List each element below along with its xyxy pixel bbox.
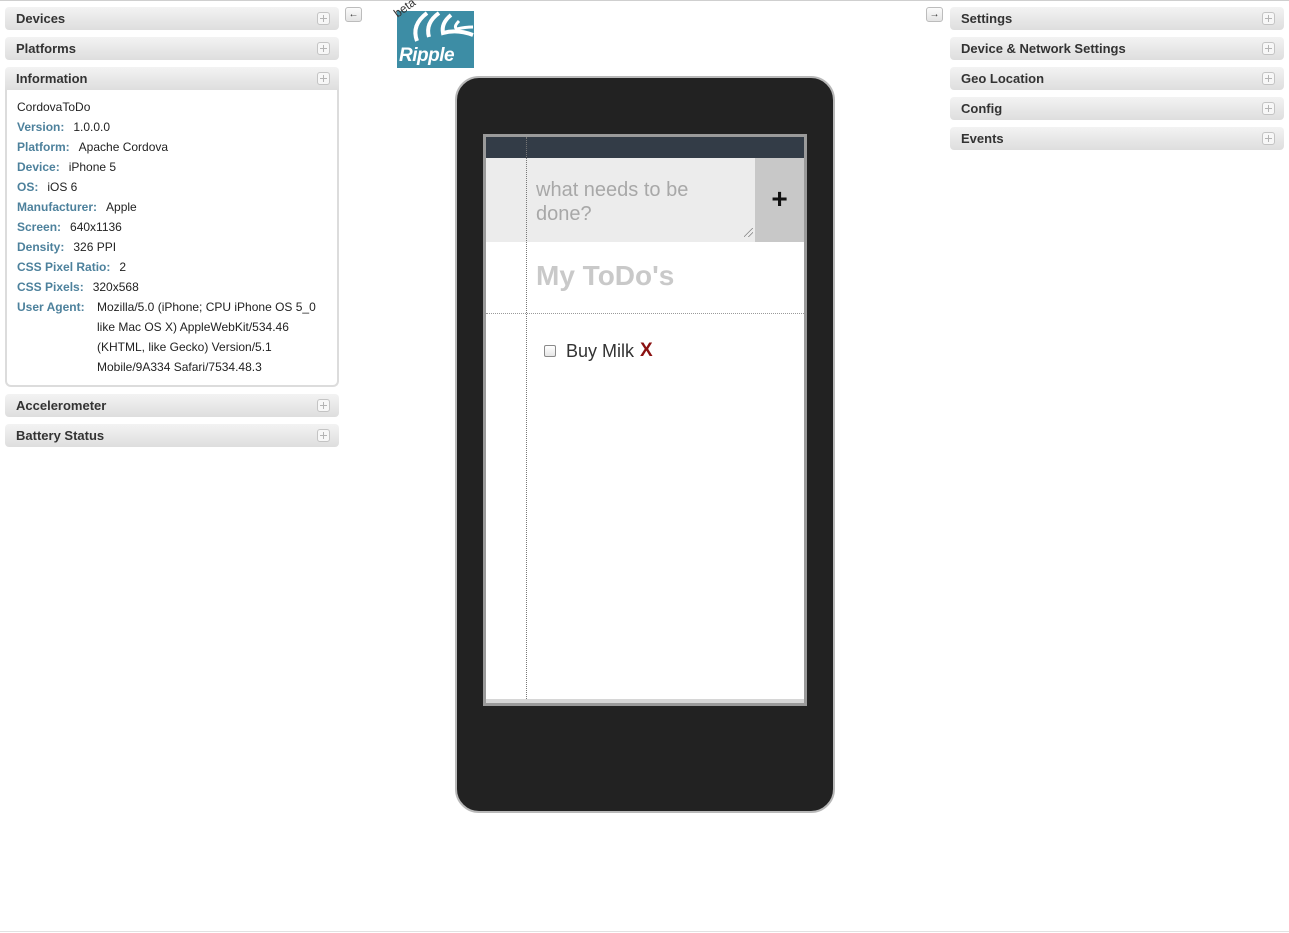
- settings-expand-icon[interactable]: [1262, 12, 1275, 25]
- todo-text: Buy Milk: [566, 340, 635, 361]
- info-label: Version:: [17, 120, 65, 134]
- device-network-panel-title: Device & Network Settings: [961, 41, 1126, 56]
- info-row-device: Device: iPhone 5: [17, 157, 327, 177]
- information-expand-icon[interactable]: [317, 72, 330, 85]
- geo-location-expand-icon[interactable]: [1262, 72, 1275, 85]
- resize-grip-icon[interactable]: [744, 228, 753, 237]
- right-panel-column: Settings Device & Network Settings Geo L…: [950, 7, 1284, 157]
- collapse-right-panels-button[interactable]: →: [926, 7, 943, 22]
- settings-panel-header[interactable]: Settings: [950, 7, 1284, 30]
- top-border: [0, 0, 1289, 1]
- list-title: My ToDo's: [536, 260, 675, 291]
- arrow-right-icon: →: [929, 9, 940, 20]
- user-agent-value: Mozilla/5.0 (iPhone; CPU iPhone OS 5_0 l…: [97, 300, 316, 374]
- config-panel-header[interactable]: Config: [950, 97, 1284, 120]
- info-label: Density:: [17, 240, 65, 254]
- geo-location-panel-title: Geo Location: [961, 71, 1045, 86]
- info-value: iOS 6: [47, 180, 78, 194]
- delete-todo-button[interactable]: X: [640, 340, 653, 362]
- accelerometer-panel-title: Accelerometer: [16, 398, 107, 413]
- accelerometer-panel: Accelerometer: [5, 394, 339, 417]
- title-divider: [486, 313, 804, 314]
- new-todo-input[interactable]: [527, 158, 755, 242]
- info-row-manufacturer: Manufacturer: Apple: [17, 197, 327, 217]
- battery-panel: Battery Status: [5, 424, 339, 447]
- left-panel-column: Devices Platforms Information CordovaToD…: [5, 7, 339, 454]
- information-panel: Information CordovaToDo Version: 1.0.0.0…: [5, 67, 339, 387]
- info-value: 326 PPI: [73, 240, 117, 254]
- device-network-expand-icon[interactable]: [1262, 42, 1275, 55]
- info-label: OS:: [17, 180, 39, 194]
- info-row-os: OS: iOS 6: [17, 177, 327, 197]
- battery-panel-title: Battery Status: [16, 428, 105, 443]
- platforms-panel: Platforms: [5, 37, 339, 60]
- add-todo-button[interactable]: +: [755, 158, 804, 242]
- info-row-css-pixels: CSS Pixels: 320x568: [17, 277, 327, 297]
- info-label: CSS Pixel Ratio:: [17, 260, 111, 274]
- info-label: Device:: [17, 160, 60, 174]
- config-panel-title: Config: [961, 101, 1003, 116]
- info-value: Apple: [106, 200, 137, 214]
- info-row-density: Density: 326 PPI: [17, 237, 327, 257]
- battery-expand-icon[interactable]: [317, 429, 330, 442]
- config-expand-icon[interactable]: [1262, 102, 1275, 115]
- config-panel: Config: [950, 97, 1284, 120]
- platforms-expand-icon[interactable]: [317, 42, 330, 55]
- accelerometer-panel-header[interactable]: Accelerometer: [5, 394, 339, 417]
- devices-panel-title: Devices: [16, 11, 66, 26]
- geo-location-panel-header[interactable]: Geo Location: [950, 67, 1284, 90]
- ripple-logo: Ripple: [397, 11, 474, 68]
- info-value: iPhone 5: [68, 160, 117, 174]
- device-network-panel-header[interactable]: Device & Network Settings: [950, 37, 1284, 60]
- settings-panel-title: Settings: [961, 11, 1013, 26]
- list-item: Buy Milk X: [541, 340, 653, 362]
- devices-panel: Devices: [5, 7, 339, 30]
- info-label: User Agent:: [17, 300, 85, 314]
- accelerometer-expand-icon[interactable]: [317, 399, 330, 412]
- info-row-screen: Screen: 640x1136: [17, 217, 327, 237]
- devices-expand-icon[interactable]: [317, 12, 330, 25]
- device-screen: + My ToDo's Buy Milk X: [483, 134, 807, 706]
- info-value: Apache Cordova: [78, 140, 169, 154]
- arrow-left-icon: ←: [348, 9, 359, 20]
- info-label: Manufacturer:: [17, 200, 98, 214]
- events-panel-header[interactable]: Events: [950, 127, 1284, 150]
- info-value: 1.0.0.0: [73, 120, 111, 134]
- new-todo-area: +: [486, 158, 804, 242]
- margin-line: [526, 137, 527, 703]
- info-label: Platform:: [17, 140, 70, 154]
- information-panel-title: Information: [16, 71, 88, 86]
- info-value: 640x1136: [70, 220, 122, 234]
- logo-text: Ripple: [399, 45, 455, 66]
- bottom-border: [0, 931, 1289, 932]
- info-label: Screen:: [17, 220, 62, 234]
- collapse-left-panels-button[interactable]: ←: [345, 7, 362, 22]
- events-panel: Events: [950, 127, 1284, 150]
- screen-bottom-bar: [486, 699, 804, 703]
- device-network-panel: Device & Network Settings: [950, 37, 1284, 60]
- info-row-version: Version: 1.0.0.0: [17, 117, 327, 137]
- info-value: 320x568: [92, 280, 139, 294]
- status-bar: [486, 137, 804, 158]
- info-value: 2: [119, 260, 127, 274]
- information-panel-header[interactable]: Information: [5, 67, 339, 90]
- battery-panel-header[interactable]: Battery Status: [5, 424, 339, 447]
- info-row-pixel-ratio: CSS Pixel Ratio: 2: [17, 257, 327, 277]
- info-label: CSS Pixels:: [17, 280, 84, 294]
- info-row-user-agent: User Agent: Mozilla/5.0 (iPhone; CPU iPh…: [17, 297, 327, 377]
- todo-checkbox[interactable]: [544, 345, 556, 357]
- devices-panel-header[interactable]: Devices: [5, 7, 339, 30]
- events-panel-title: Events: [961, 131, 1004, 146]
- information-panel-body: CordovaToDo Version: 1.0.0.0 Platform: A…: [5, 90, 339, 387]
- info-row-platform: Platform: Apache Cordova: [17, 137, 327, 157]
- platforms-panel-title: Platforms: [16, 41, 76, 56]
- settings-panel: Settings: [950, 7, 1284, 30]
- app-name: CordovaToDo: [17, 100, 91, 114]
- geo-location-panel: Geo Location: [950, 67, 1284, 90]
- platforms-panel-header[interactable]: Platforms: [5, 37, 339, 60]
- events-expand-icon[interactable]: [1262, 132, 1275, 145]
